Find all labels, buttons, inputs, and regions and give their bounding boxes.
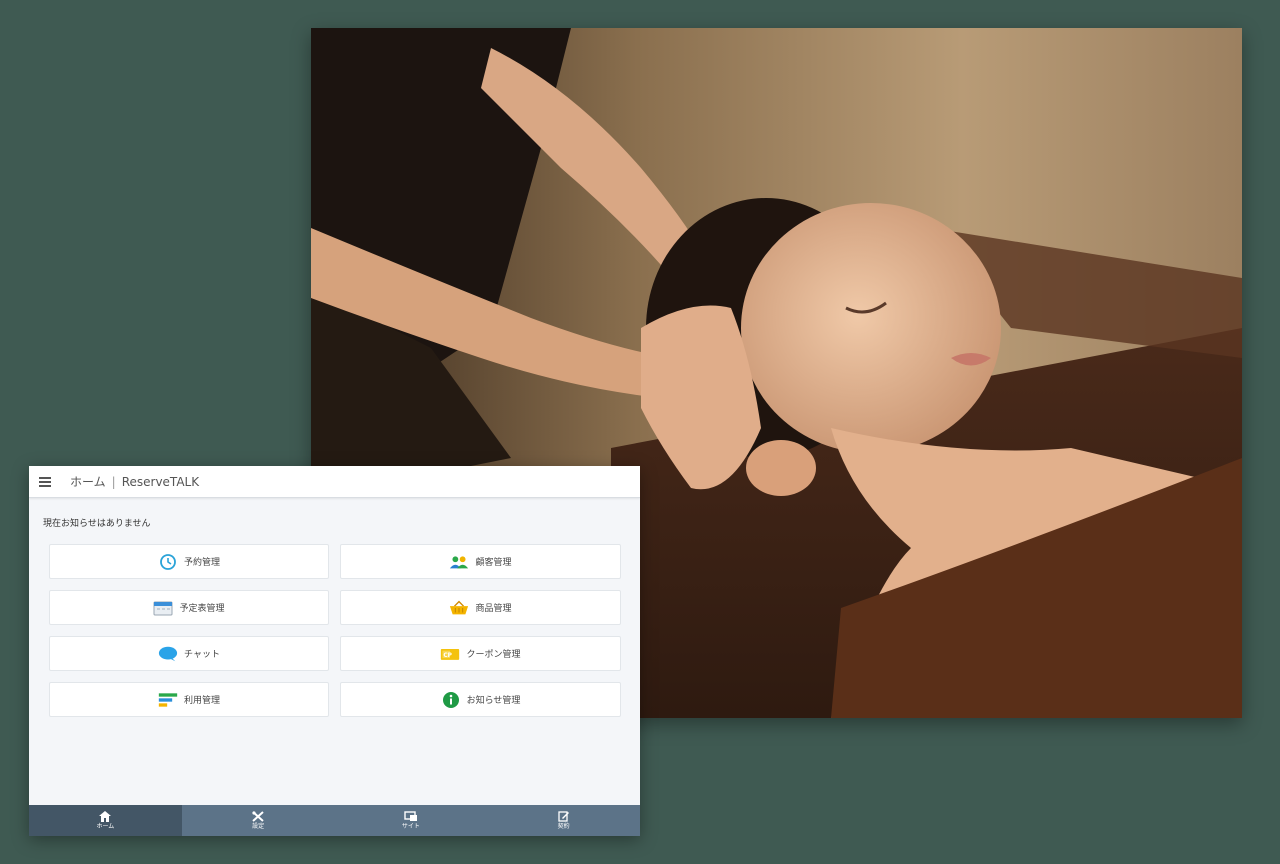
breadcrumb-home[interactable]: ホーム [70, 473, 106, 490]
menu-tile-announcements[interactable]: お知らせ管理 [340, 682, 621, 717]
menu-tile-label: 顧客管理 [475, 558, 512, 568]
menu-tile-label: お知らせ管理 [466, 696, 521, 706]
menu-tile-label: クーポン管理 [466, 650, 521, 660]
notice-text: 現在お知らせはありません [43, 519, 151, 529]
menu-tile-reservation[interactable]: 予約管理 [49, 544, 329, 579]
menu-tile-products[interactable]: 商品管理 [340, 590, 621, 625]
clock-icon [158, 553, 178, 571]
menu-tile-schedule[interactable]: 予定表管理 [49, 590, 329, 625]
calendar-icon [153, 599, 173, 617]
users-icon [449, 553, 469, 571]
site-icon [404, 811, 418, 822]
tab-settings[interactable]: 設定 [182, 805, 335, 836]
tab-label: 設定 [252, 823, 265, 830]
menu-tile-label: 予定表管理 [179, 604, 225, 614]
basket-icon [449, 599, 469, 617]
tools-icon [252, 811, 264, 822]
menu-tile-label: 予約管理 [183, 558, 220, 568]
bottom-tab-bar: ホーム 設定 サイト 契約 [29, 805, 640, 836]
tab-label: ホーム [96, 823, 115, 830]
menu-tile-chat[interactable]: チャット [49, 636, 329, 671]
tab-site[interactable]: サイト [335, 805, 488, 836]
tab-contract[interactable]: 契約 [487, 805, 640, 836]
menu-tile-usage[interactable]: 利用管理 [49, 682, 329, 717]
hamburger-menu-button[interactable] [30, 466, 60, 497]
svg-text:CP: CP [444, 652, 453, 658]
tab-home[interactable]: ホーム [29, 805, 182, 836]
app-window: ホーム | ReserveTALK 現在お知らせはありません 予約管理 顧客管理… [29, 466, 640, 836]
menu-tile-label: 利用管理 [183, 696, 220, 706]
app-title: ReserveTALK [121, 474, 200, 489]
coupon-icon: CP [440, 645, 460, 663]
menu-tile-coupon[interactable]: CP クーポン管理 [340, 636, 621, 671]
chat-bubble-icon [158, 645, 178, 663]
tab-label: サイト [401, 823, 420, 830]
menu-tile-label: チャット [184, 650, 220, 660]
contract-icon [557, 811, 570, 822]
app-header: ホーム | ReserveTALK [29, 466, 640, 498]
info-icon [441, 691, 461, 709]
home-icon [99, 811, 112, 822]
menu-tile-customers[interactable]: 顧客管理 [340, 544, 621, 579]
breadcrumb-separator: | [111, 474, 116, 489]
bars-icon [158, 691, 178, 709]
menu-tile-label: 商品管理 [475, 604, 512, 614]
menu-grid: 予約管理 顧客管理 予定表管理 商品管理 チャット CP クーポン管理 利用管理… [49, 544, 621, 717]
tab-label: 契約 [557, 823, 570, 830]
hamburger-icon [39, 476, 51, 487]
